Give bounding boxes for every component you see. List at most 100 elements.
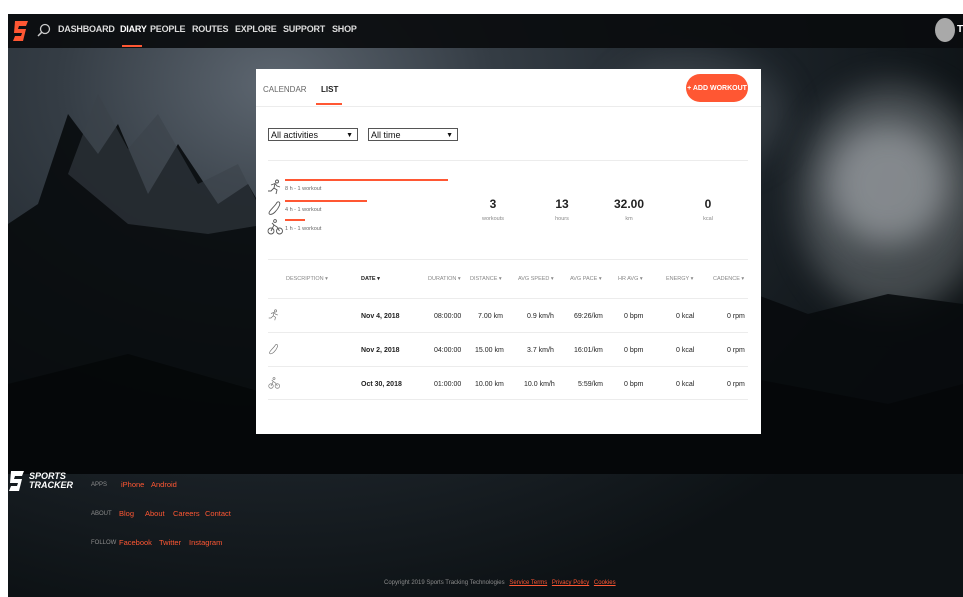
footer-link-android[interactable]: Android xyxy=(151,480,177,489)
footer-link-contact[interactable]: Contact xyxy=(205,509,231,518)
divider xyxy=(268,259,748,260)
walking-icon xyxy=(268,201,281,215)
column-header-description[interactable]: DESCRIPTION ▾ xyxy=(286,276,328,282)
activity-filter-value: All activities xyxy=(271,130,319,140)
row-energy: 0 kcal xyxy=(676,313,695,320)
column-header-hr-avg[interactable]: HR AVG ▾ xyxy=(618,276,643,282)
walking-icon xyxy=(269,344,278,355)
nav-explore[interactable]: EXPLORE xyxy=(235,24,277,34)
row-cadence: 0 rpm xyxy=(727,347,745,354)
add-workout-button[interactable]: + ADD WORKOUT xyxy=(686,74,748,102)
activity-summary-walking: 4 h - 1 workout xyxy=(267,200,467,215)
footer-copyright: Copyright 2019 Sports Tracking Technolog… xyxy=(384,580,616,586)
total-unit: km xyxy=(625,216,633,222)
nav-routes[interactable]: ROUTES xyxy=(192,24,229,34)
period-filter-value: All time xyxy=(371,130,401,140)
total-unit: hours xyxy=(555,216,569,222)
activity-summary-running: 8 h - 1 workout xyxy=(267,179,467,195)
total-unit: workouts xyxy=(481,216,504,222)
divider xyxy=(268,298,748,299)
divider xyxy=(268,399,748,400)
tab-active-indicator xyxy=(316,103,342,105)
nav-active-indicator xyxy=(122,45,142,47)
row-date[interactable]: Nov 2, 2018 xyxy=(361,347,400,354)
divider xyxy=(268,366,748,367)
footer-follow-label: FOLLOW xyxy=(91,540,117,546)
nav-people[interactable]: PEOPLE xyxy=(150,24,186,34)
nav-diary[interactable]: DIARY xyxy=(120,24,147,34)
column-header-cadence[interactable]: CADENCE ▾ xyxy=(713,276,744,282)
nav-shop[interactable]: SHOP xyxy=(332,24,357,34)
top-navigation-bar: DASHBOARD DIARY PEOPLE ROUTES EXPLORE SU… xyxy=(8,14,963,48)
row-cadence: 0 rpm xyxy=(727,313,745,320)
sports-tracker-logo-icon xyxy=(9,471,24,491)
tab-calendar[interactable]: CALENDAR xyxy=(263,85,307,94)
footer-logo[interactable]: SPORTS TRACKER xyxy=(8,470,73,496)
row-date[interactable]: Oct 30, 2018 xyxy=(361,381,402,388)
row-date[interactable]: Nov 4, 2018 xyxy=(361,313,400,320)
link-cookies[interactable]: Cookies xyxy=(594,580,616,586)
diary-list-panel: CALENDAR LIST + ADD WORKOUT All activiti… xyxy=(256,69,761,434)
app-background: DASHBOARD DIARY PEOPLE ROUTES EXPLORE SU… xyxy=(8,14,963,597)
total-hours: 13 hours xyxy=(527,197,597,222)
footer-link-blog[interactable]: Blog xyxy=(119,509,134,518)
total-value: 0 xyxy=(704,197,712,211)
row-hr-avg: 0 bpm xyxy=(624,313,644,320)
footer-apps-label: APPS xyxy=(91,482,108,488)
row-avg-speed: 10.0 km/h xyxy=(524,381,555,388)
footer-about-label: ABOUT xyxy=(91,511,112,517)
activity-filter-select[interactable]: All activities ▼ xyxy=(268,128,358,141)
total-energy: 0 kcal xyxy=(673,197,743,222)
tab-list[interactable]: LIST xyxy=(321,85,338,94)
column-header-date[interactable]: DATE ▾ xyxy=(361,276,380,282)
column-header-distance[interactable]: DISTANCE ▾ xyxy=(470,276,502,282)
activity-summary-label: 4 h - 1 workout xyxy=(285,207,322,213)
copyright-text: Copyright 2019 Sports Tracking Technolog… xyxy=(384,580,505,586)
column-header-duration[interactable]: DURATION ▾ xyxy=(428,276,461,282)
row-energy: 0 kcal xyxy=(676,381,695,388)
link-privacy-policy[interactable]: Privacy Policy xyxy=(552,580,589,586)
footer-logo-text-line2: TRACKER xyxy=(29,480,73,490)
sports-tracker-logo-icon[interactable] xyxy=(12,20,30,42)
column-header-avg-speed[interactable]: AVG SPEED ▾ xyxy=(518,276,554,282)
footer-link-careers[interactable]: Careers xyxy=(173,509,200,518)
activity-bar-running xyxy=(285,179,448,181)
running-icon xyxy=(268,179,281,195)
row-energy: 0 kcal xyxy=(676,347,695,354)
row-hr-avg: 0 bpm xyxy=(624,347,644,354)
activity-bar-walking xyxy=(285,200,367,202)
cycling-icon xyxy=(267,219,283,235)
nav-dashboard[interactable]: DASHBOARD xyxy=(58,24,115,34)
total-value: 13 xyxy=(555,197,569,211)
nav-support[interactable]: SUPPORT xyxy=(283,24,325,34)
footer-link-twitter[interactable]: Twitter xyxy=(159,538,181,547)
dropdown-arrow-icon: ▼ xyxy=(446,132,453,139)
search-icon[interactable] xyxy=(37,23,51,37)
total-distance: 32.00 km xyxy=(594,197,664,222)
period-filter-select[interactable]: All time ▼ xyxy=(368,128,458,141)
footer-link-facebook[interactable]: Facebook xyxy=(119,538,152,547)
avatar[interactable] xyxy=(935,18,955,42)
link-service-terms[interactable]: Service Terms xyxy=(509,580,547,586)
activity-summary-label: 1 h - 1 workout xyxy=(285,226,322,232)
footer-link-about[interactable]: About xyxy=(145,509,165,518)
total-value: 32.00 xyxy=(613,197,645,211)
total-value: 3 xyxy=(489,197,497,211)
footer-link-instagram[interactable]: Instagram xyxy=(189,538,222,547)
total-unit: kcal xyxy=(703,216,713,222)
activity-bar-cycling xyxy=(285,219,305,221)
divider xyxy=(268,332,748,333)
row-cadence: 0 rpm xyxy=(727,381,745,388)
browser-viewport: DASHBOARD DIARY PEOPLE ROUTES EXPLORE SU… xyxy=(0,0,963,597)
row-avg-pace: 16:01/km xyxy=(574,347,603,354)
row-avg-speed: 3.7 km/h xyxy=(527,347,554,354)
row-distance: 10.00 km xyxy=(475,381,504,388)
column-header-energy[interactable]: ENERGY ▾ xyxy=(666,276,693,282)
row-avg-pace: 69:26/km xyxy=(574,313,603,320)
column-header-avg-pace[interactable]: AVG PACE ▾ xyxy=(570,276,602,282)
row-duration: 08:00:00 xyxy=(434,313,462,320)
row-distance: 15.00 km xyxy=(475,347,504,354)
activity-summary-cycling: 1 h - 1 workout xyxy=(267,219,467,235)
footer-link-iphone[interactable]: iPhone xyxy=(121,480,144,489)
user-name-initial[interactable]: T xyxy=(957,24,963,35)
